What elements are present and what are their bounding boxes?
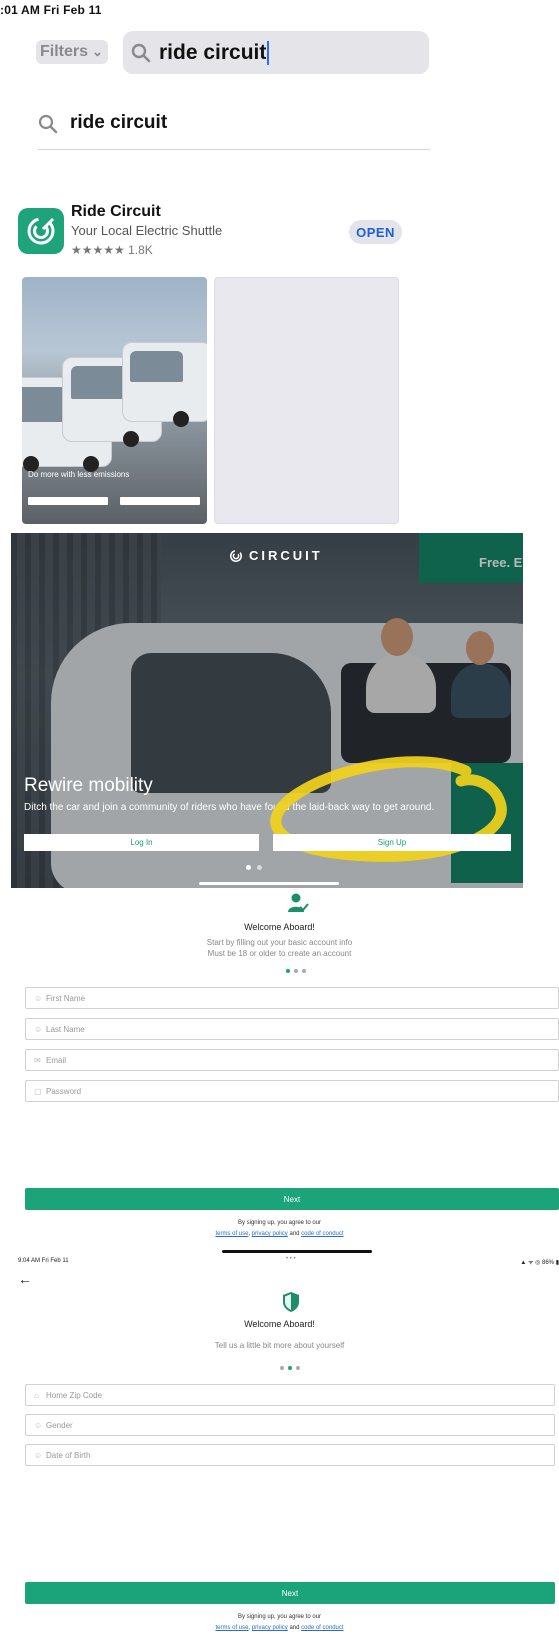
app-subtitle: Your Local Electric Shuttle (71, 223, 223, 238)
legal-text: By signing up, you agree to our terms of… (0, 1218, 559, 1240)
last-name-placeholder: Last Name (46, 1024, 85, 1034)
add-user-icon (288, 893, 309, 912)
step-dot (302, 969, 306, 973)
search-suggestion[interactable]: ride circuit (38, 110, 430, 150)
step-indicator (286, 969, 306, 973)
legal-intro: By signing up, you agree to our (237, 1614, 322, 1620)
page-indicator (246, 865, 262, 870)
dob-field[interactable]: ☺ Date of Birth (25, 1444, 555, 1466)
multitask-dots-icon[interactable]: • • • (286, 1256, 296, 1262)
privacy-link[interactable]: privacy policy (252, 1231, 288, 1237)
status-bar-time: :01 AM Fri Feb 11 (0, 3, 102, 17)
shield-icon (283, 1292, 299, 1312)
next-button[interactable]: Next (25, 1188, 559, 1210)
legal-text: By signing up, you agree to our terms of… (0, 1612, 559, 1634)
home-icon: ⌂ (34, 1390, 39, 1400)
app-screenshot-1[interactable]: Do more with less emissions (22, 277, 207, 524)
email-field[interactable]: ✉ Email (25, 1049, 559, 1071)
user-icon: ☺ (34, 1420, 43, 1430)
gender-placeholder: Gender (46, 1420, 73, 1430)
first-name-placeholder: First Name (46, 993, 86, 1003)
signup-subtitle: Tell us a little bit more about yourself (214, 1341, 345, 1350)
legal-and: and (289, 1625, 300, 1631)
zip-code-field[interactable]: ⌂ Home Zip Code (25, 1384, 555, 1406)
back-arrow-icon[interactable]: ← (18, 1271, 32, 1287)
page-dot (257, 865, 262, 870)
screenshot-caption: Do more with less emissions (28, 470, 130, 479)
conduct-link[interactable]: code of conduct (301, 1625, 343, 1631)
step-dot (288, 1366, 292, 1370)
user-icon: ☺ (34, 993, 43, 1003)
conduct-link[interactable]: code of conduct (301, 1231, 343, 1237)
step-dot (286, 969, 290, 973)
status-bar: 9:04 AM Fri Feb 11 • • • ▲ ᯤ ◎ 86% ▮ (18, 1256, 559, 1268)
legal-intro: By signing up, you agree to our (237, 1220, 322, 1226)
landing-screen: Free. Ele CIRCUIT Rewire mobility Ditch … (11, 533, 523, 888)
landing-title: Rewire mobility (24, 775, 153, 796)
text-caret (267, 40, 270, 65)
signup-button[interactable]: Sign Up (273, 834, 511, 851)
open-button[interactable]: OPEN (349, 220, 402, 244)
gender-field[interactable]: ☺ Gender (25, 1414, 555, 1436)
terms-link[interactable]: terms of use (215, 1231, 248, 1237)
search-icon (131, 43, 151, 62)
circuit-logo-text: CIRCUIT (249, 548, 323, 563)
filters-label: Filters (40, 43, 89, 60)
step-indicator (280, 1366, 300, 1370)
privacy-link[interactable]: privacy policy (252, 1625, 288, 1631)
suggestion-label: ride circuit (70, 112, 168, 133)
last-name-field[interactable]: ☺ Last Name (25, 1018, 559, 1040)
login-button[interactable]: Log In (24, 834, 259, 851)
password-placeholder: Password (46, 1086, 82, 1096)
status-icons: ▲ ᯤ ◎ 86% ▮ (520, 1260, 559, 1266)
search-icon (38, 114, 58, 134)
mini-login-button (28, 497, 108, 505)
status-time: 9:04 AM Fri Feb 11 (18, 1258, 69, 1264)
lock-icon: ▢ (34, 1086, 42, 1096)
email-placeholder: Email (46, 1055, 67, 1065)
home-indicator (199, 882, 339, 885)
home-indicator (222, 1250, 372, 1253)
dob-placeholder: Date of Birth (46, 1450, 91, 1460)
first-name-field[interactable]: ☺ First Name (25, 987, 559, 1009)
next-button[interactable]: Next (25, 1582, 555, 1604)
chevron-down-icon: ⌄ (92, 44, 103, 59)
app-screenshot-2[interactable] (214, 277, 399, 524)
search-input[interactable]: ride circuit (123, 31, 429, 74)
app-icon[interactable] (18, 208, 64, 254)
app-name[interactable]: Ride Circuit (71, 203, 161, 221)
step-dot (294, 969, 298, 973)
legal-and: and (289, 1231, 300, 1237)
circuit-logo-icon (27, 217, 55, 245)
signup-title: Welcome Aboard! (244, 922, 315, 932)
circuit-logo-icon (229, 549, 243, 562)
user-icon: ☺ (34, 1450, 43, 1460)
user-icon: ☺ (34, 1024, 43, 1034)
terms-link[interactable]: terms of use (215, 1625, 248, 1631)
signup-subtitle: Start by filling out your basic account … (206, 938, 353, 947)
zip-placeholder: Home Zip Code (46, 1390, 103, 1400)
signup-title: Welcome Aboard! (244, 1319, 315, 1329)
signup-age-note: Must be 18 or older to create an account (207, 949, 352, 958)
filters-button[interactable]: Filters ⌄ (36, 40, 108, 64)
password-field[interactable]: ▢ Password (25, 1080, 559, 1102)
circuit-logo: CIRCUIT (229, 548, 323, 563)
app-rating: ★★★★★ 1.8K (71, 243, 153, 257)
step-dot (280, 1366, 284, 1370)
mail-icon: ✉ (34, 1055, 41, 1065)
mini-signup-button (120, 497, 200, 505)
page-dot (246, 865, 251, 870)
step-dot (296, 1366, 300, 1370)
cart-image (122, 342, 207, 427)
search-query: ride circuit (159, 40, 267, 64)
